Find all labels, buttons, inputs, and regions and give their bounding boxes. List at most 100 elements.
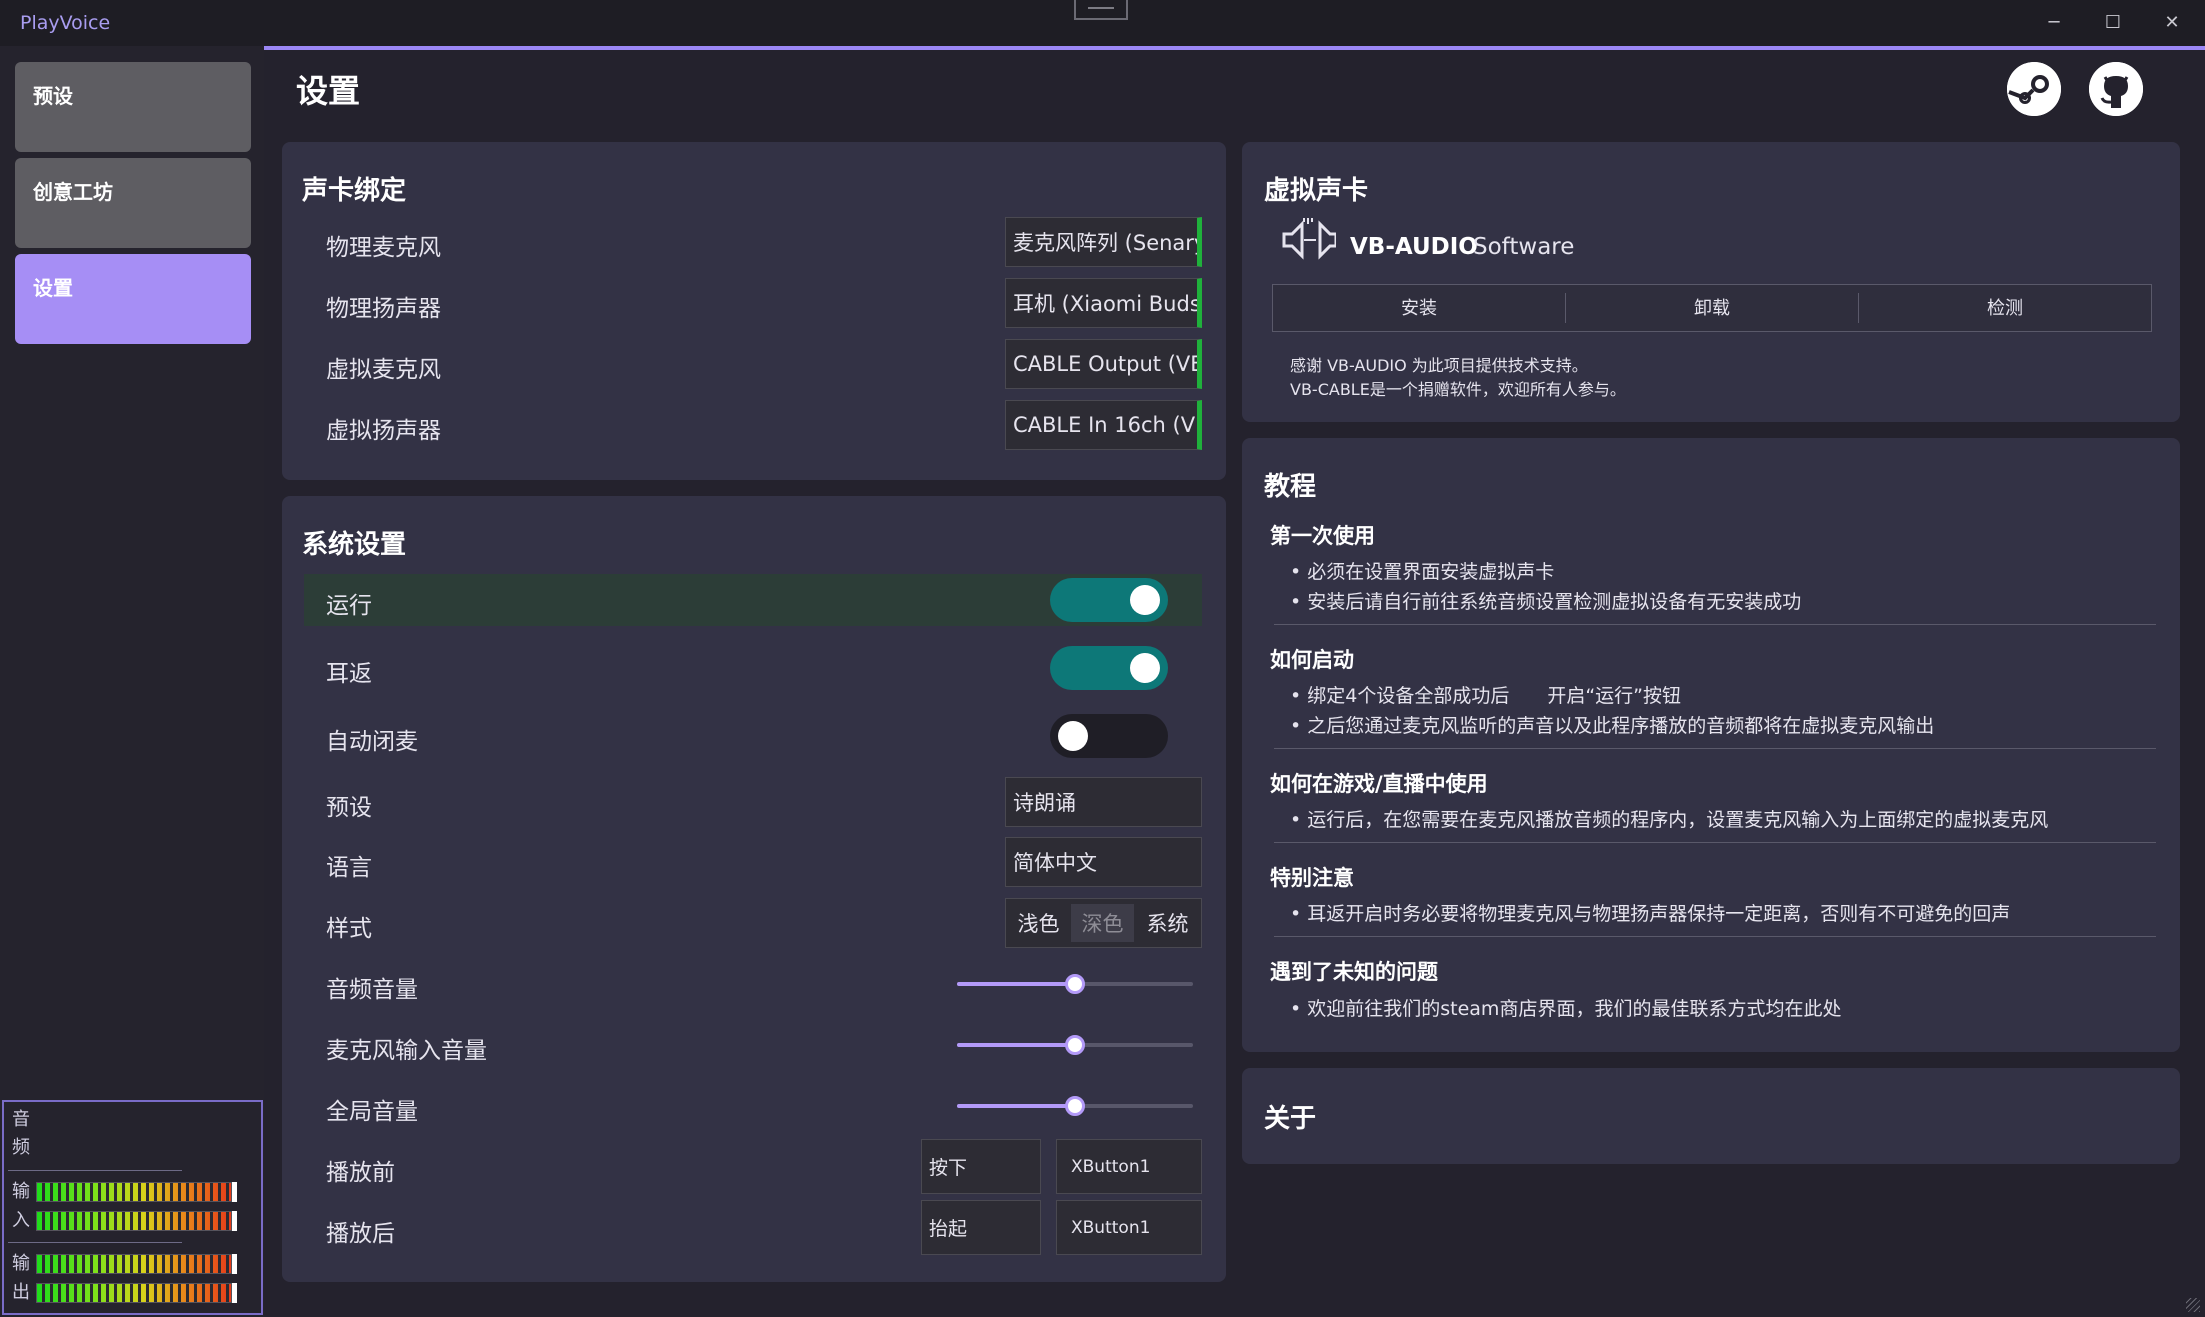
tutorial-separator — [1274, 842, 2156, 843]
style-option-system[interactable]: 系统 — [1134, 899, 1201, 947]
auto-mute-toggle[interactable] — [1050, 714, 1168, 758]
input-level-meter-left — [36, 1182, 232, 1202]
slider-fill — [957, 1104, 1075, 1108]
close-icon[interactable]: ✕ — [2152, 10, 2192, 36]
brand-suffix: Software — [1473, 234, 1575, 260]
sidebar-item-workshop[interactable]: 创意工坊 — [15, 158, 251, 248]
card-title: 声卡绑定 — [302, 176, 407, 206]
language-select[interactable]: 简体中文 — [1005, 837, 1202, 887]
system-settings-card: 系统设置 运行 耳返 自动闭麦 预设 诗朗诵 语言 简体中文 样式 浅色 深色 … — [282, 496, 1226, 1282]
physical-speaker-label: 物理扬声器 — [326, 296, 441, 322]
steam-icon[interactable] — [2007, 62, 2061, 116]
before-play-label: 播放前 — [326, 1160, 395, 1186]
meter-input-char: 入 — [12, 1210, 30, 1231]
output-level-meter-left — [36, 1254, 232, 1274]
accent-line — [264, 46, 2205, 50]
input-level-meter-right — [36, 1211, 232, 1231]
donation-note: VB-CABLE是一个捐赠软件，欢迎所有人参与。 — [1290, 380, 1626, 399]
meter-divider — [8, 1170, 182, 1171]
tutorial-separator — [1274, 624, 2156, 625]
maximize-icon[interactable]: ☐ — [2093, 10, 2133, 36]
tutorial-item: • 安装后请自行前往系统音频设置检测虚拟设备有无安装成功 — [1290, 591, 1802, 613]
after-play-key-input[interactable]: XButton1 — [1056, 1200, 1202, 1255]
input-peak-marker — [232, 1182, 237, 1202]
toggle-knob — [1130, 653, 1160, 683]
audio-meter-panel: 音 频 输 入 输 出 — [2, 1100, 263, 1315]
drag-handle[interactable] — [1074, 0, 1128, 20]
thanks-note: 感谢 VB-AUDIO 为此项目提供技术支持。 — [1290, 356, 1588, 375]
before-play-key-input[interactable]: XButton1 — [1056, 1139, 1202, 1194]
physical-speaker-select[interactable]: 耳机 (Xiaomi Buds — [1005, 278, 1202, 328]
input-peak-marker — [232, 1211, 237, 1231]
virtual-mic-select[interactable]: CABLE Output (VB- — [1005, 339, 1202, 389]
output-peak-marker — [232, 1283, 237, 1303]
uninstall-button[interactable]: 卸载 — [1566, 285, 1858, 329]
sidebar-item-presets[interactable]: 预设 — [15, 62, 251, 152]
monitor-label: 耳返 — [326, 661, 372, 687]
tutorial-item: • 耳返开启时务必要将物理麦克风与物理扬声器保持一定距离，否则有不可避免的回声 — [1290, 903, 2011, 925]
driver-button-group: 安装 卸载 检测 — [1272, 284, 2152, 332]
tutorial-heading: 第一次使用 — [1270, 524, 1375, 548]
style-option-light[interactable]: 浅色 — [1006, 899, 1071, 947]
about-card[interactable]: 关于 — [1242, 1068, 2180, 1164]
slider-thumb[interactable] — [1065, 1096, 1085, 1116]
device-binding-card: 声卡绑定 物理麦克风 麦克风阵列 (Senary 物理扬声器 耳机 (Xiaom… — [282, 142, 1226, 480]
tutorial-item: • 欢迎前往我们的steam商店界面，我们的最佳联系方式均在此处 — [1290, 998, 1842, 1020]
output-peak-marker — [232, 1254, 237, 1274]
resize-grip-icon[interactable] — [2186, 1298, 2200, 1312]
before-play-action-select[interactable]: 按下 — [921, 1139, 1041, 1194]
meter-divider — [8, 1242, 182, 1243]
brand-name: VB-AUDIO — [1350, 234, 1478, 260]
meter-title-char: 频 — [12, 1137, 30, 1158]
language-label: 语言 — [326, 855, 372, 881]
tutorial-heading: 如何启动 — [1270, 648, 1354, 672]
vb-audio-logo-icon — [1280, 218, 1338, 262]
tutorial-heading: 特别注意 — [1270, 866, 1354, 890]
sidebar-item-label: 设置 — [33, 276, 73, 300]
detect-button[interactable]: 检测 — [1859, 285, 2151, 329]
after-play-action-select[interactable]: 抬起 — [921, 1200, 1041, 1255]
physical-mic-label: 物理麦克风 — [326, 235, 441, 261]
virtual-speaker-select[interactable]: CABLE In 16ch (VB- — [1005, 400, 1202, 450]
slider-fill — [957, 1043, 1075, 1047]
toggle-knob — [1130, 585, 1160, 615]
tutorial-heading: 如何在游戏/直播中使用 — [1270, 772, 1488, 796]
meter-output-char: 输 — [12, 1253, 30, 1274]
tutorial-separator — [1274, 748, 2156, 749]
after-play-label: 播放后 — [326, 1221, 395, 1247]
slider-fill — [957, 982, 1075, 986]
virtual-speaker-label: 虚拟扬声器 — [326, 418, 441, 444]
tutorial-item: • 运行后，在您需要在麦克风播放音频的程序内，设置麦克风输入为上面绑定的虚拟麦克… — [1290, 809, 2049, 831]
virtual-mic-label: 虚拟麦克风 — [326, 357, 441, 383]
monitor-toggle[interactable] — [1050, 646, 1168, 690]
mic-input-volume-label: 麦克风输入音量 — [326, 1038, 487, 1064]
global-volume-label: 全局音量 — [326, 1099, 418, 1125]
meter-title-char: 音 — [12, 1109, 30, 1130]
card-title: 教程 — [1264, 472, 1317, 502]
tutorial-separator — [1274, 936, 2156, 937]
style-option-dark[interactable]: 深色 — [1071, 904, 1134, 942]
tutorial-item: • 必须在设置界面安装虚拟声卡 — [1290, 561, 1555, 583]
preset-label: 预设 — [326, 795, 372, 821]
app-title: PlayVoice — [20, 12, 111, 34]
tutorial-item: • 之后您通过麦克风监听的声音以及此程序播放的音频都将在虚拟麦克风输出 — [1290, 715, 1935, 737]
sidebar-item-label: 创意工坊 — [33, 180, 113, 204]
sidebar-item-label: 预设 — [33, 84, 73, 108]
tutorial-card: 教程 第一次使用 • 必须在设置界面安装虚拟声卡 • 安装后请自行前往系统音频设… — [1242, 438, 2180, 1052]
card-title: 系统设置 — [302, 530, 407, 560]
auto-mute-label: 自动闭麦 — [326, 729, 418, 755]
virtual-card-card: 虚拟声卡 VB-AUDIO Software 安装 卸载 检测 感谢 VB-AU… — [1242, 142, 2180, 422]
slider-thumb[interactable] — [1065, 1035, 1085, 1055]
minimize-icon[interactable]: ─ — [2034, 10, 2074, 36]
run-toggle[interactable] — [1050, 578, 1168, 622]
github-icon[interactable] — [2089, 62, 2143, 116]
tutorial-item: • 绑定4个设备全部成功后 开启“运行”按钮 — [1290, 685, 1682, 707]
card-title: 关于 — [1264, 1104, 1317, 1134]
install-button[interactable]: 安装 — [1273, 285, 1565, 329]
physical-mic-select[interactable]: 麦克风阵列 (Senary — [1005, 217, 1202, 267]
output-level-meter-right — [36, 1283, 232, 1303]
sidebar-item-settings[interactable]: 设置 — [15, 254, 251, 344]
slider-thumb[interactable] — [1065, 974, 1085, 994]
audio-volume-label: 音频音量 — [326, 977, 418, 1003]
preset-select[interactable]: 诗朗诵 — [1005, 777, 1202, 827]
